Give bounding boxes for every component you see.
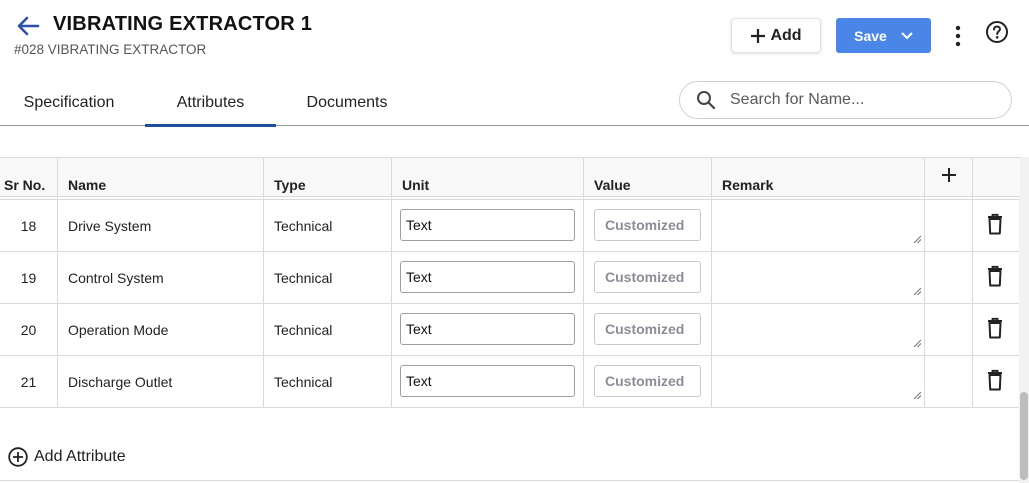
resize-grip-icon[interactable] — [913, 287, 922, 296]
cell-sr: 19 — [0, 252, 58, 304]
chevron-down-icon[interactable] — [901, 31, 913, 40]
resize-grip-icon[interactable] — [913, 391, 922, 400]
cell-value: Customized — [584, 252, 712, 304]
cell-name: Drive System — [58, 200, 264, 252]
back-arrow-icon[interactable] — [14, 12, 42, 40]
cell-type: Technical — [264, 252, 392, 304]
add-circle-icon — [8, 447, 28, 467]
scrollbar-thumb[interactable] — [1020, 392, 1028, 480]
unit-input[interactable]: Text — [400, 365, 575, 397]
table-header: Sr No. Name Type Unit Value Remark — [0, 157, 1020, 198]
trash-icon[interactable] — [986, 317, 1004, 339]
resize-grip-icon[interactable] — [913, 235, 922, 244]
plus-icon — [751, 28, 766, 43]
add-attribute-button[interactable]: Add Attribute — [8, 447, 126, 467]
search-icon — [697, 91, 716, 110]
value-select[interactable]: Customized — [594, 313, 701, 345]
cell-unit: Text — [392, 304, 584, 356]
trash-icon[interactable] — [986, 369, 1004, 391]
search-input[interactable] — [730, 91, 990, 109]
cell-value: Customized — [584, 200, 712, 252]
cell-type: Technical — [264, 356, 392, 408]
table-row: 18 Drive System Technical Text Customize… — [0, 200, 1020, 252]
cell-empty — [925, 252, 973, 304]
remark-textarea[interactable] — [712, 356, 925, 408]
cell-empty — [925, 304, 973, 356]
cell-sr: 21 — [0, 356, 58, 408]
value-select[interactable]: Customized — [594, 365, 701, 397]
add-column-icon[interactable] — [941, 167, 957, 183]
resize-grip-icon[interactable] — [913, 339, 922, 348]
footer-divider — [0, 480, 1019, 481]
cell-type: Technical — [264, 200, 392, 252]
col-header-unit: Unit — [392, 158, 584, 198]
add-column-cell — [925, 158, 973, 198]
col-header-remark: Remark — [712, 158, 925, 198]
cell-unit: Text — [392, 356, 584, 408]
value-select[interactable]: Customized — [594, 261, 701, 293]
page-title: VIBRATING EXTRACTOR 1 — [53, 13, 313, 35]
remark-textarea[interactable] — [712, 200, 925, 252]
cell-type: Technical — [264, 304, 392, 356]
cell-value: Customized — [584, 356, 712, 408]
add-button-label: Add — [770, 26, 802, 44]
col-header-value: Value — [584, 158, 712, 198]
save-button-label: Save — [854, 27, 887, 44]
value-select[interactable]: Customized — [594, 209, 701, 241]
cell-unit: Text — [392, 200, 584, 252]
col-header-type: Type — [264, 158, 392, 198]
cell-name: Control System — [58, 252, 264, 304]
cell-unit: Text — [392, 252, 584, 304]
unit-input[interactable]: Text — [400, 209, 575, 241]
actions-header — [973, 158, 1020, 198]
kebab-menu-icon[interactable] — [948, 24, 968, 48]
remark-textarea[interactable] — [712, 252, 925, 304]
cell-name: Discharge Outlet — [58, 356, 264, 408]
unit-input[interactable]: Text — [400, 261, 575, 293]
table-row: 19 Control System Technical Text Customi… — [0, 252, 1020, 304]
cell-empty — [925, 356, 973, 408]
cell-sr: 20 — [0, 304, 58, 356]
table-row: 20 Operation Mode Technical Text Customi… — [0, 304, 1020, 356]
page-subtitle: #028 VIBRATING EXTRACTOR — [14, 42, 207, 57]
cell-name: Operation Mode — [58, 304, 264, 356]
tab-attributes[interactable]: Attributes — [145, 80, 276, 127]
table-row: 21 Discharge Outlet Technical Text Custo… — [0, 356, 1020, 408]
attributes-table: 17 Screen Openings Technical Text Custom… — [0, 157, 1020, 436]
add-button[interactable]: Add — [731, 18, 821, 53]
trash-icon[interactable] — [986, 265, 1004, 287]
col-header-sr: Sr No. — [0, 158, 58, 198]
unit-input[interactable]: Text — [400, 313, 575, 345]
save-button[interactable]: Save — [836, 18, 931, 53]
add-attribute-label: Add Attribute — [34, 448, 126, 465]
cell-empty — [925, 200, 973, 252]
trash-icon[interactable] — [986, 213, 1004, 235]
col-header-name: Name — [58, 158, 264, 198]
cell-value: Customized — [584, 304, 712, 356]
search-box — [679, 81, 1012, 119]
help-icon[interactable] — [985, 20, 1009, 44]
tab-specification[interactable]: Specification — [10, 80, 128, 126]
cell-sr: 18 — [0, 200, 58, 252]
remark-textarea[interactable] — [712, 304, 925, 356]
tab-documents[interactable]: Documents — [292, 80, 402, 126]
